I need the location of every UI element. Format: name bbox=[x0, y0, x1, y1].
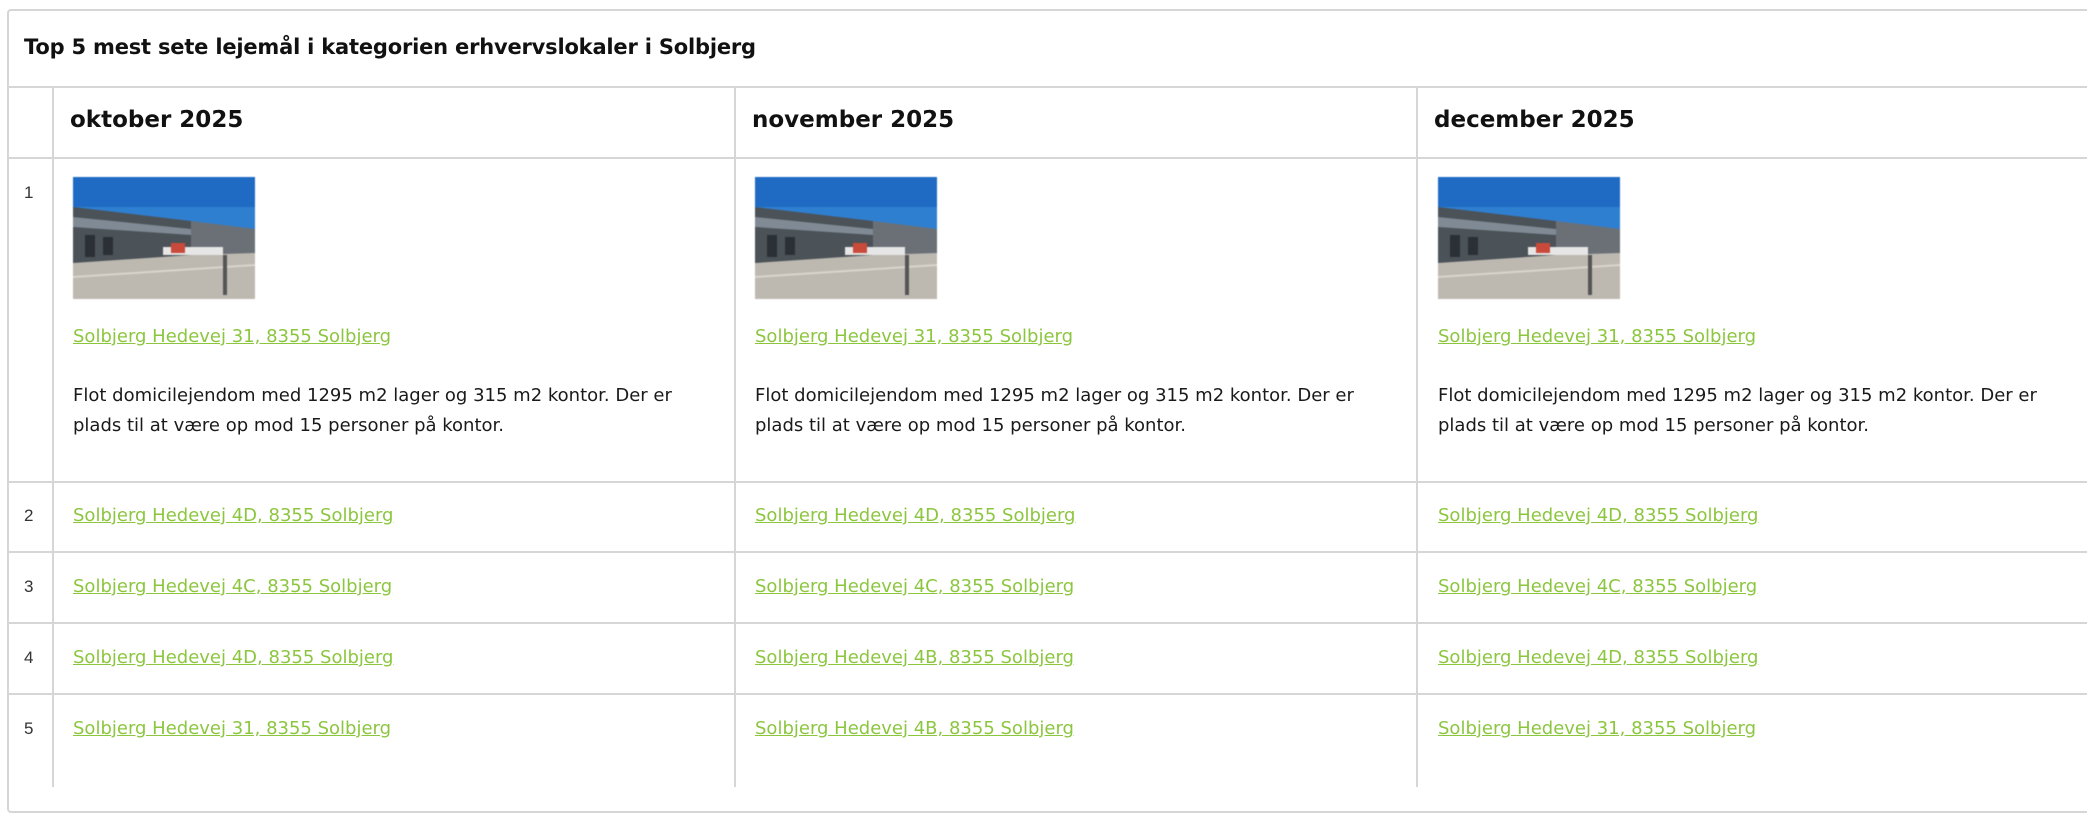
listing-link[interactable]: Solbjerg Hedevej 4D, 8355 Solbjerg bbox=[1438, 647, 1758, 668]
listing-description: Flot domicilejendom med 1295 m2 lager og… bbox=[1438, 385, 2037, 436]
table-divider bbox=[734, 87, 736, 787]
listing-link[interactable]: Solbjerg Hedevej 4B, 8355 Solbjerg bbox=[755, 647, 1074, 668]
listing-link[interactable]: Solbjerg Hedevej 31, 8355 Solbjerg bbox=[1438, 326, 1756, 347]
row-number: 2 bbox=[24, 506, 34, 525]
property-thumbnail[interactable] bbox=[73, 177, 255, 299]
listing-link[interactable]: Solbjerg Hedevej 4B, 8355 Solbjerg bbox=[755, 718, 1074, 739]
table-divider bbox=[7, 481, 2087, 483]
listing-link[interactable]: Solbjerg Hedevej 31, 8355 Solbjerg bbox=[755, 326, 1073, 347]
listing-link[interactable]: Solbjerg Hedevej 4C, 8355 Solbjerg bbox=[1438, 576, 1757, 597]
listing-description: Flot domicilejendom med 1295 m2 lager og… bbox=[755, 385, 1354, 436]
column-header-november: november 2025 bbox=[752, 107, 955, 133]
listing-link[interactable]: Solbjerg Hedevej 4D, 8355 Solbjerg bbox=[73, 505, 393, 526]
listing-link[interactable]: Solbjerg Hedevej 4C, 8355 Solbjerg bbox=[73, 576, 392, 597]
listing-link[interactable]: Solbjerg Hedevej 4D, 8355 Solbjerg bbox=[73, 647, 393, 668]
listing-link[interactable]: Solbjerg Hedevej 4C, 8355 Solbjerg bbox=[755, 576, 1074, 597]
table-divider bbox=[7, 693, 2087, 695]
table-divider bbox=[7, 86, 2087, 88]
row-number: 3 bbox=[24, 577, 34, 596]
row-number: 1 bbox=[24, 183, 34, 202]
listing-description: Flot domicilejendom med 1295 m2 lager og… bbox=[73, 385, 672, 436]
property-thumbnail[interactable] bbox=[1438, 177, 1620, 299]
table-divider bbox=[7, 551, 2087, 553]
table-divider bbox=[1416, 87, 1418, 787]
table-divider bbox=[52, 87, 54, 787]
listing-link[interactable]: Solbjerg Hedevej 31, 8355 Solbjerg bbox=[1438, 718, 1756, 739]
row-number: 5 bbox=[24, 719, 34, 738]
table-divider bbox=[7, 622, 2087, 624]
property-thumbnail[interactable] bbox=[755, 177, 937, 299]
listing-link[interactable]: Solbjerg Hedevej 31, 8355 Solbjerg bbox=[73, 326, 391, 347]
panel-title: Top 5 mest sete lejemål i kategorien erh… bbox=[24, 35, 756, 59]
listing-link[interactable]: Solbjerg Hedevej 31, 8355 Solbjerg bbox=[73, 718, 391, 739]
listing-link[interactable]: Solbjerg Hedevej 4D, 8355 Solbjerg bbox=[755, 505, 1075, 526]
column-header-oktober: oktober 2025 bbox=[70, 107, 244, 133]
table-divider bbox=[7, 157, 2087, 159]
column-header-december: december 2025 bbox=[1434, 107, 1635, 133]
row-number: 4 bbox=[24, 648, 34, 667]
listing-link[interactable]: Solbjerg Hedevej 4D, 8355 Solbjerg bbox=[1438, 505, 1758, 526]
